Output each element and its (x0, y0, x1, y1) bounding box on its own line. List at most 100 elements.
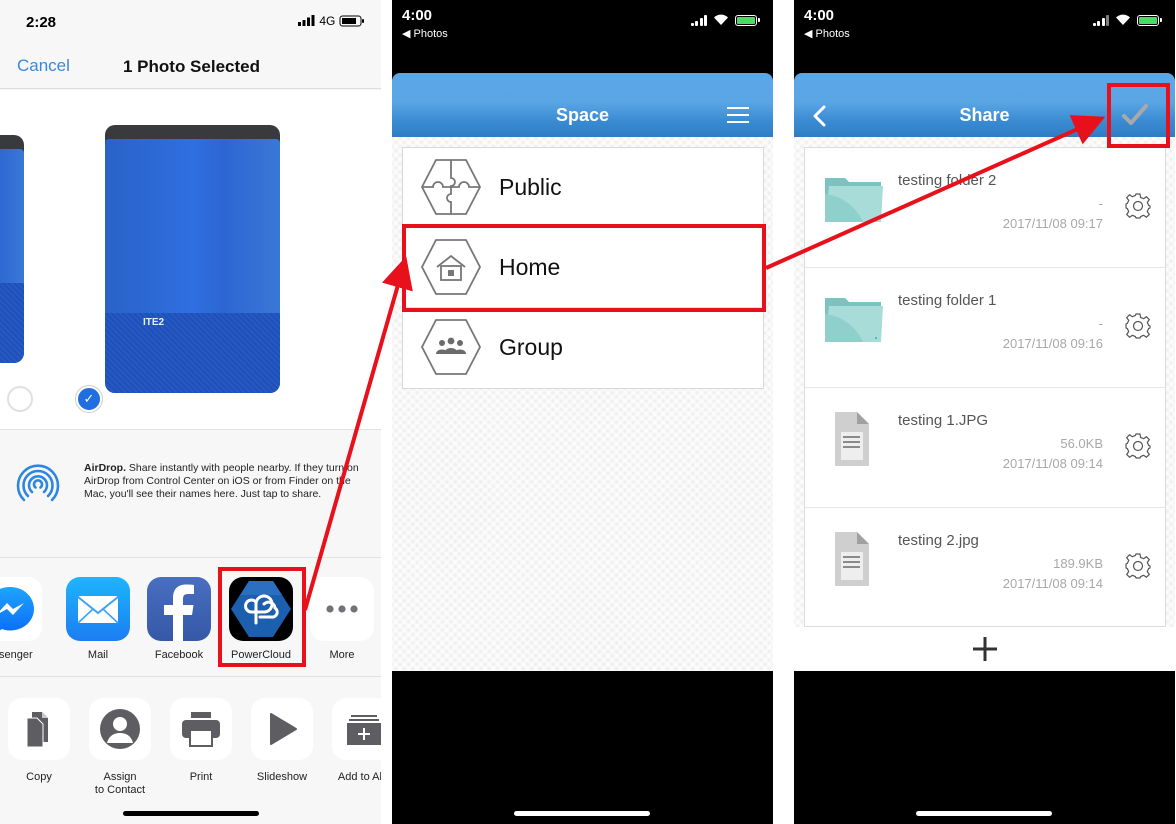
document-icon (835, 532, 869, 586)
app-label: More (329, 649, 355, 661)
file-row[interactable]: testing 2.jpg 189.9KB 2017/11/08 09:14 (805, 508, 1165, 626)
space-item-label: Public (499, 174, 562, 200)
app-more[interactable]: More (310, 577, 374, 661)
folder-icon (825, 298, 883, 342)
share-apps-row: essenger Mail Facebook PowerCloud (0, 559, 381, 677)
folder-row[interactable]: testing folder 1 - 2017/11/08 09:16 (805, 268, 1165, 388)
file-date: 2017/11/08 09:17 (1002, 216, 1103, 231)
cell-signal-icon (298, 15, 315, 26)
screen-title: Space (555, 105, 610, 125)
file-name: testing 2.jpg (898, 532, 979, 549)
confirm-check-icon[interactable] (1121, 103, 1149, 127)
tutorial-composite: 2:28 4G Cancel 1 Photo Selected ITE2 ✓ A… (0, 0, 1176, 824)
wifi-icon (714, 14, 728, 25)
wifi-icon (1116, 14, 1130, 25)
signal-indicator: 4G (298, 14, 365, 28)
cancel-button[interactable]: Cancel (17, 56, 70, 76)
action-add-to-album[interactable]: Add to Alb (331, 698, 381, 784)
space-app-bar: Space (392, 73, 773, 137)
share-screen: 4:00 ◀ Photos Share testing folder 2 - 201… (794, 0, 1175, 824)
file-name: testing 1.JPG (898, 412, 989, 429)
play-icon (251, 698, 313, 760)
share-nav-bar: Cancel 1 Photo Selected (0, 44, 381, 89)
airdrop-description: AirDrop. Share instantly with people nea… (84, 462, 376, 501)
battery-icon (339, 15, 364, 27)
product-logo: ITE2 (143, 317, 165, 328)
app-facebook[interactable]: Facebook (147, 577, 211, 661)
space-item-group[interactable]: Group (403, 308, 763, 388)
action-label: Print (189, 771, 213, 783)
file-size: 56.0KB (1060, 436, 1103, 451)
add-album-icon (332, 698, 381, 760)
airdrop-icon (16, 464, 60, 502)
photo-selected-checkbox[interactable]: ✓ (76, 386, 102, 412)
airdrop-text: Share instantly with people nearby. If t… (84, 462, 359, 500)
file-list: testing folder 2-2017/11/08 09:17 testing… (804, 147, 1166, 627)
airdrop-title: AirDrop. (84, 462, 126, 474)
gear-icon[interactable] (1125, 313, 1151, 339)
space-list: Public Home Group (402, 147, 764, 389)
battery-charging-icon (1137, 14, 1162, 26)
photo-thumbnail[interactable] (0, 135, 24, 363)
facebook-icon (147, 577, 211, 641)
action-label: Slideshow (256, 771, 308, 783)
home-indicator[interactable] (123, 811, 259, 816)
puzzle-icon (420, 159, 482, 215)
app-messenger[interactable]: essenger (0, 577, 42, 661)
back-to-photos-link[interactable]: ◀ Photos (804, 27, 850, 40)
action-assign-to-contact[interactable]: Assign to Contact (88, 698, 152, 797)
share-sheet-title: 1 Photo Selected (123, 57, 260, 76)
action-slideshow[interactable]: Slideshow (250, 698, 314, 784)
photo-strip[interactable]: ITE2 ✓ (0, 90, 381, 430)
status-indicators (1092, 13, 1162, 27)
copy-icon (8, 698, 70, 760)
network-type: 4G (319, 14, 336, 28)
cell-signal-icon (1092, 14, 1109, 26)
app-powercloud[interactable]: PowerCloud (229, 577, 293, 661)
space-item-label: Group (499, 334, 563, 360)
folder-icon (825, 178, 883, 222)
back-to-photos-link[interactable]: ◀ Photos (402, 27, 448, 40)
action-copy[interactable]: Copy (7, 698, 71, 784)
status-time: 2:28 (26, 14, 57, 31)
gear-icon[interactable] (1125, 193, 1151, 219)
home-indicator[interactable] (514, 811, 650, 816)
house-icon (420, 239, 482, 295)
status-bar: 2:28 4G (0, 0, 381, 44)
gear-icon[interactable] (1125, 553, 1151, 579)
app-mail[interactable]: Mail (66, 577, 130, 661)
more-icon (310, 577, 374, 641)
cell-signal-icon (690, 14, 707, 26)
photo-select-checkbox[interactable] (7, 386, 33, 412)
file-size: 189.9KB (1053, 556, 1103, 571)
file-date: 2017/11/08 09:16 (1002, 336, 1103, 351)
add-plus-icon[interactable] (972, 636, 998, 662)
file-date: 2017/11/08 09:14 (1002, 576, 1103, 591)
file-size: - (1098, 316, 1103, 331)
app-label: PowerCloud (231, 649, 291, 661)
file-name: testing folder 1 (898, 292, 997, 309)
share-content: testing folder 2-2017/11/08 09:17 testing… (794, 137, 1175, 671)
photo-thumbnail-selected[interactable]: ITE2 (105, 125, 280, 393)
status-indicators (690, 13, 760, 27)
file-row[interactable]: testing 1.JPG 56.0KB 2017/11/08 09:14 (805, 388, 1165, 508)
status-time: 4:00 (402, 7, 433, 24)
file-date: 2017/11/08 09:14 (1002, 456, 1103, 471)
airdrop-section: AirDrop. Share instantly with people nea… (0, 431, 381, 558)
app-label: essenger (0, 649, 33, 661)
space-item-public[interactable]: Public (403, 148, 763, 228)
file-size: - (1098, 196, 1103, 211)
gear-icon[interactable] (1125, 433, 1151, 459)
print-icon (170, 698, 232, 760)
action-label: Add to Alb (337, 771, 381, 783)
action-print[interactable]: Print (169, 698, 233, 784)
action-label: Assign to Contact (94, 771, 146, 796)
hamburger-menu-icon[interactable] (727, 107, 749, 123)
action-label: Copy (26, 771, 52, 783)
folder-row[interactable]: testing folder 2 - 2017/11/08 09:17 (805, 148, 1165, 268)
space-item-home[interactable]: Home (403, 228, 763, 308)
screen-title: Share (959, 105, 1010, 125)
group-icon (420, 319, 482, 375)
home-indicator[interactable] (916, 811, 1052, 816)
app-label: Mail (87, 649, 109, 661)
